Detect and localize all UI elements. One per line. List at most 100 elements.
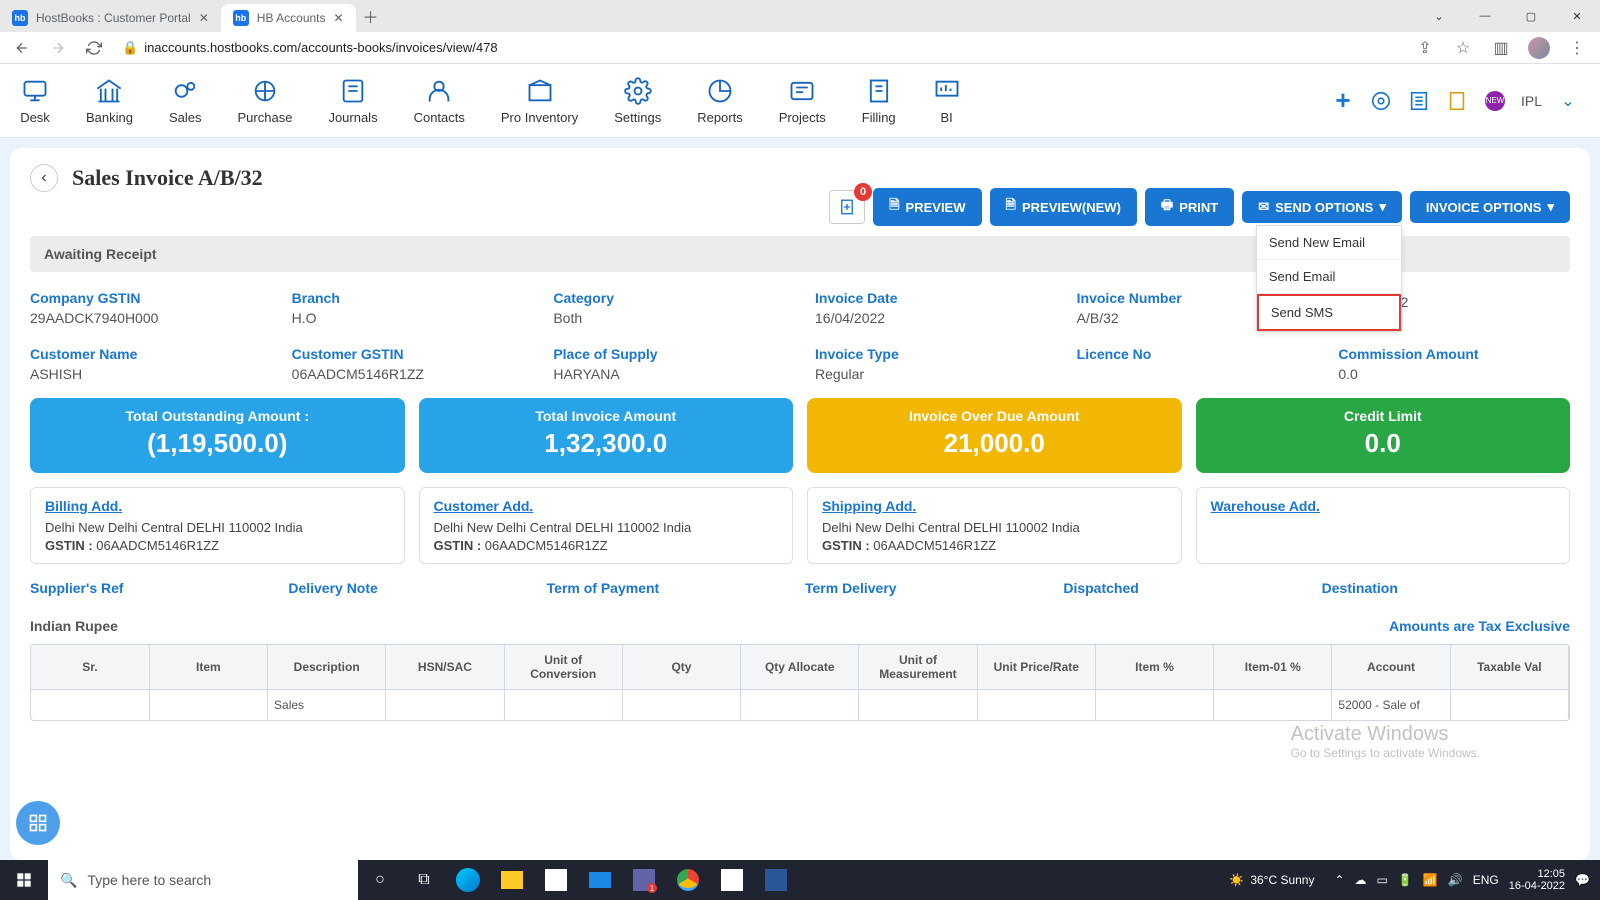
tray-chevron-icon[interactable]: ⌃ (1334, 873, 1344, 887)
url-text: inaccounts.hostbooks.com/accounts-books/… (144, 40, 497, 55)
mail-icon[interactable] (578, 860, 622, 900)
plus-icon[interactable]: + (1331, 89, 1355, 113)
inventory-icon (525, 76, 555, 106)
close-icon[interactable]: ✕ (199, 11, 209, 25)
cortana-icon[interactable]: ○ (358, 860, 402, 900)
search-placeholder: Type here to search (87, 872, 211, 888)
calc-icon[interactable] (1407, 89, 1431, 113)
nav-journals[interactable]: Journals (328, 76, 377, 125)
info-cell: Place of SupplyHARYANA (553, 346, 785, 382)
send-options-button[interactable]: ✉ SEND OPTIONS ▾ (1242, 191, 1402, 223)
nav-purchase[interactable]: Purchase (238, 76, 293, 125)
sidepanel-icon[interactable]: ▥ (1486, 33, 1516, 63)
paint-icon[interactable] (710, 860, 754, 900)
chevron-down-icon[interactable]: ⌄ (1556, 89, 1580, 113)
table-header: Taxable Val (1450, 645, 1568, 690)
url-display[interactable]: 🔒 inaccounts.hostbooks.com/accounts-book… (116, 40, 1402, 56)
menu-icon[interactable]: ⋮ (1562, 33, 1592, 63)
items-table: Sr.ItemDescriptionHSN/SACUnit of Convers… (30, 644, 1570, 721)
start-button[interactable] (0, 860, 48, 900)
desk-icon (20, 76, 50, 106)
language-indicator[interactable]: ENG (1473, 873, 1499, 887)
info-cell: CategoryBoth (553, 290, 785, 326)
edge-icon[interactable] (446, 860, 490, 900)
profile-avatar[interactable] (1524, 33, 1554, 63)
address-box: Warehouse Add. (1196, 487, 1571, 564)
info-value: HARYANA (553, 366, 785, 382)
address-box: Billing Add.Delhi New Delhi Central DELH… (30, 487, 405, 564)
chrome-icon[interactable] (666, 860, 710, 900)
browser-tab[interactable]: hb HostBooks : Customer Portal ✕ (0, 4, 221, 32)
table-header: Item % (1095, 645, 1213, 690)
apps-float-button[interactable] (16, 801, 60, 845)
minimize-button[interactable]: — (1462, 0, 1508, 32)
invoice-options-button[interactable]: INVOICE OPTIONS ▾ (1410, 191, 1570, 223)
clock[interactable]: 12:05 16-04-2022 (1509, 868, 1565, 892)
summary-value: 21,000.0 (817, 428, 1172, 459)
nav-contacts[interactable]: Contacts (414, 76, 465, 125)
forward-button[interactable] (44, 34, 72, 62)
store-icon[interactable] (534, 860, 578, 900)
notes-icon[interactable] (1445, 89, 1469, 113)
windows-taskbar: 🔍 Type here to search ○ ⧉ 1 ☀️ 36°C Sunn… (0, 860, 1600, 900)
new-tab-button[interactable]: ＋ (356, 4, 386, 28)
preview-button[interactable]: 🗎 PREVIEW (873, 188, 981, 226)
reload-button[interactable] (80, 34, 108, 62)
notifications-icon[interactable]: 💬 (1575, 873, 1590, 887)
print-button[interactable]: 🖶 PRINT (1145, 188, 1234, 226)
table-cell: 52000 - Sale of (1332, 690, 1450, 721)
star-icon[interactable]: ☆ (1448, 33, 1478, 63)
info-cell: Invoice TypeRegular (815, 346, 1047, 382)
address-heading[interactable]: Warehouse Add. (1211, 498, 1556, 514)
address-heading[interactable]: Shipping Add. (822, 498, 1167, 514)
gear-icon[interactable] (1369, 89, 1393, 113)
nav-reports[interactable]: Reports (697, 76, 743, 125)
word-icon[interactable] (754, 860, 798, 900)
browser-tab[interactable]: hb HB Accounts ✕ (221, 4, 356, 32)
volume-icon[interactable]: 🔊 (1448, 873, 1463, 887)
attachment-button[interactable]: 0 (829, 190, 865, 224)
nav-proinventory[interactable]: Pro Inventory (501, 76, 578, 125)
teams-icon[interactable]: 1 (622, 860, 666, 900)
menu-send-sms[interactable]: Send SMS (1257, 294, 1401, 331)
table-header: Sr. (31, 645, 149, 690)
address-heading[interactable]: Customer Add. (434, 498, 779, 514)
nav-projects[interactable]: Projects (779, 76, 826, 125)
close-window-button[interactable]: ✕ (1554, 0, 1600, 32)
nav-bi[interactable]: BI (932, 76, 962, 125)
nav-banking[interactable]: Banking (86, 76, 133, 125)
nav-settings[interactable]: Settings (614, 76, 661, 125)
maximize-button[interactable]: ▢ (1508, 0, 1554, 32)
onedrive-icon[interactable]: ☁ (1355, 873, 1367, 887)
taskview-icon[interactable]: ⧉ (402, 860, 446, 900)
info-cell: BranchH.O (292, 290, 524, 326)
summary-title: Total Outstanding Amount : (40, 408, 395, 424)
menu-send-email[interactable]: Send Email (1257, 260, 1401, 294)
back-circle-button[interactable]: ‹ (30, 164, 58, 192)
table-cell (622, 690, 740, 721)
summary-title: Total Invoice Amount (429, 408, 784, 424)
preview-new-button[interactable]: 🗎PREVIEW(NEW) (990, 188, 1137, 226)
menu-send-new-email[interactable]: Send New Email (1257, 226, 1401, 260)
nav-sales[interactable]: Sales (169, 76, 202, 125)
share-icon[interactable]: ⇪ (1410, 33, 1440, 63)
back-button[interactable] (8, 34, 36, 62)
page-title: Sales Invoice A/B/32 (72, 165, 263, 191)
nav-filling[interactable]: Filling (862, 76, 896, 125)
system-tray: ☀️ 36°C Sunny ⌃ ☁ ▭ 🔋 📶 🔊 ENG 12:05 16-0… (1229, 868, 1600, 892)
weather-widget[interactable]: ☀️ 36°C Sunny (1229, 873, 1314, 887)
taskbar-search[interactable]: 🔍 Type here to search (48, 860, 358, 900)
explorer-icon[interactable] (490, 860, 534, 900)
invoice-card: ‹ Sales Invoice A/B/32 0 🗎 PREVIEW 🗎PREV… (10, 148, 1590, 860)
nav-desk[interactable]: Desk (20, 76, 50, 125)
meet-icon[interactable]: ▭ (1377, 873, 1388, 887)
table-cell: Sales (268, 690, 386, 721)
new-badge-icon[interactable]: NEW (1483, 89, 1507, 113)
address-heading[interactable]: Billing Add. (45, 498, 390, 514)
address-line: Delhi New Delhi Central DELHI 110002 Ind… (434, 520, 779, 535)
info-label: Commission Amount (1338, 346, 1570, 362)
chevron-down-icon[interactable]: ⌄ (1416, 0, 1462, 32)
wifi-icon[interactable]: 📶 (1423, 873, 1438, 887)
close-icon[interactable]: ✕ (334, 11, 344, 25)
battery-icon[interactable]: 🔋 (1398, 873, 1413, 887)
